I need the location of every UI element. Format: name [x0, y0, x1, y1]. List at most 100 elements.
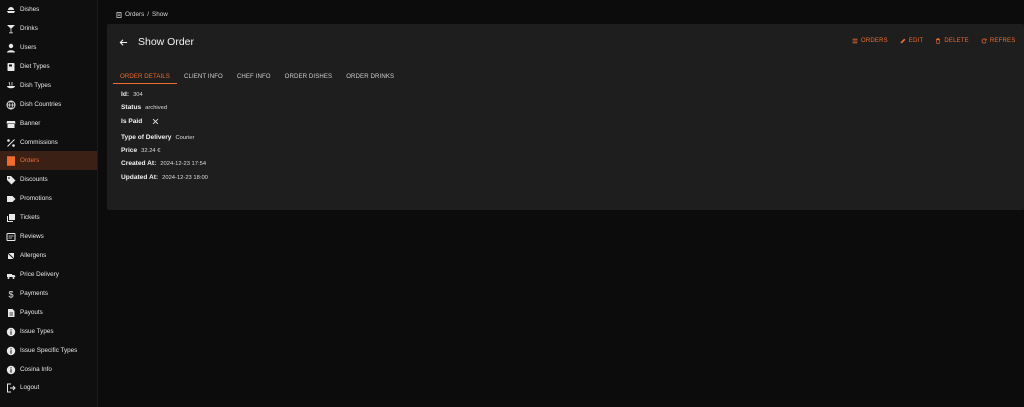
back-arrow-icon[interactable]: [119, 38, 128, 47]
tag-icon: [5, 174, 17, 186]
sidebar-item-payouts[interactable]: Payouts: [0, 303, 97, 322]
percent-icon: [5, 137, 17, 149]
tab-client-info[interactable]: CLIENT INFO: [177, 69, 230, 84]
reviews-icon: [5, 231, 17, 243]
breadcrumb-orders-link[interactable]: Orders: [125, 11, 144, 18]
edit-button[interactable]: EDIT: [900, 38, 923, 44]
sidebar-item-label: Commissions: [20, 139, 58, 146]
field-label: Updated At:: [121, 174, 159, 181]
field-value: archived: [145, 104, 168, 111]
field-value: 304: [133, 91, 143, 98]
sidebar-item-drinks[interactable]: Drinks: [0, 19, 97, 38]
field-value: 32.24 €: [141, 147, 161, 154]
storefront-icon: [5, 118, 17, 130]
order-card: Show Order ORDERS EDIT DELETE REFRES ORD…: [107, 24, 1024, 210]
sidebar-item-label: Users: [20, 44, 37, 51]
tab-chef-info[interactable]: CHEF INFO: [230, 69, 278, 84]
field-id: Id: 304: [121, 91, 143, 98]
logout-icon: [5, 382, 17, 394]
sidebar-item-label: Promotions: [20, 195, 52, 202]
info-icon: [5, 326, 17, 338]
edit-button-label: EDIT: [908, 38, 924, 44]
close-icon: [153, 118, 159, 125]
field-updated-at: Updated At: 2024-12-23 18:00: [121, 174, 208, 181]
sidebar-item-label: Issue Types: [20, 328, 54, 335]
field-price: Price 32.24 €: [121, 147, 160, 154]
tab-order-dishes[interactable]: ORDER DISHES: [278, 69, 340, 84]
sidebar-item-allergens[interactable]: Allergens: [0, 246, 97, 265]
sidebar-item-promotions[interactable]: Promotions: [0, 189, 97, 208]
sidebar-item-label: Dish Countries: [20, 101, 62, 108]
sidebar-item-label: Orders: [20, 157, 40, 164]
sidebar-item-label: Diet Types: [20, 63, 50, 70]
field-label: Id:: [121, 91, 130, 98]
ramen-icon: [5, 80, 17, 92]
svg-text:$: $: [8, 289, 13, 299]
breadcrumb-separator: /: [147, 11, 149, 18]
tabs: ORDER DETAILS CLIENT INFO CHEF INFO ORDE…: [113, 69, 401, 84]
field-type-of-delivery: Type of Delivery Courier: [121, 134, 194, 141]
globe-icon: [5, 99, 17, 111]
label-icon: [5, 193, 17, 205]
orders-button-label: ORDERS: [861, 38, 888, 44]
sidebar-item-discounts[interactable]: Discounts: [0, 170, 97, 189]
sidebar: Dishes Drinks Users Diet Types Dish Type…: [0, 0, 98, 407]
sidebar-item-label: Dishes: [20, 6, 40, 13]
sidebar-item-orders[interactable]: Orders: [0, 151, 97, 170]
tab-order-drinks[interactable]: ORDER DRINKS: [339, 69, 401, 84]
field-status: Status archived: [121, 104, 167, 111]
sidebar-item-price-delivery[interactable]: Price Delivery: [0, 265, 97, 284]
sidebar-item-logout[interactable]: Logout: [0, 378, 97, 397]
sidebar-item-issue-specific-types[interactable]: Issue Specific Types: [0, 341, 97, 360]
sidebar-item-issue-types[interactable]: Issue Types: [0, 322, 97, 341]
field-label: Price: [121, 147, 138, 154]
sidebar-item-cosina-info[interactable]: Cosina Info: [0, 360, 97, 379]
field-value: 2024-12-23 18:00: [162, 174, 208, 181]
delete-button[interactable]: DELETE: [935, 38, 969, 44]
field-is-paid: Is Paid: [121, 118, 159, 125]
field-label: Status: [121, 104, 142, 111]
sidebar-item-label: Reviews: [20, 233, 44, 240]
orders-button[interactable]: ORDERS: [852, 38, 888, 44]
field-label: Is Paid: [121, 118, 143, 125]
sidebar-item-label: Payouts: [20, 309, 43, 316]
sidebar-item-users[interactable]: Users: [0, 38, 97, 57]
sidebar-item-label: Allergens: [20, 252, 47, 259]
allergen-icon: [5, 250, 17, 262]
sidebar-item-label: Drinks: [20, 25, 38, 32]
sidebar-item-banner[interactable]: Banner: [0, 114, 97, 133]
refresh-button[interactable]: REFRES: [981, 38, 1016, 44]
sidebar-item-label: Price Delivery: [20, 271, 59, 278]
sidebar-item-label: Cosina Info: [20, 366, 52, 373]
dishes-icon: [5, 4, 17, 16]
sidebar-item-commissions[interactable]: Commissions: [0, 133, 97, 152]
sidebar-item-label: Logout: [20, 384, 40, 391]
breadcrumb-current: Show: [152, 11, 168, 18]
sidebar-item-label: Issue Specific Types: [20, 347, 78, 354]
field-label: Type of Delivery: [121, 134, 172, 141]
sidebar-item-dishes[interactable]: Dishes: [0, 0, 97, 19]
trash-icon: [936, 38, 941, 44]
info-icon: [5, 345, 17, 357]
sidebar-item-payments[interactable]: $ Payments: [0, 284, 97, 303]
list-icon: [852, 38, 858, 44]
sidebar-item-label: Tickets: [20, 214, 40, 221]
delivery-icon: [5, 269, 17, 281]
field-created-at: Created At: 2024-12-23 17:54: [121, 160, 206, 167]
book-icon: [5, 61, 17, 73]
sidebar-item-dish-countries[interactable]: Dish Countries: [0, 95, 97, 114]
refresh-button-label: REFRES: [989, 38, 1016, 44]
sidebar-item-tickets[interactable]: Tickets: [0, 208, 97, 227]
sidebar-item-diet-types[interactable]: Diet Types: [0, 57, 97, 76]
dollar-icon: $: [5, 288, 17, 300]
sidebar-item-dish-types[interactable]: Dish Types: [0, 76, 97, 95]
tab-order-details[interactable]: ORDER DETAILS: [113, 69, 177, 84]
action-toolbar: ORDERS EDIT DELETE REFRES: [852, 38, 1015, 44]
field-value: Courier: [175, 134, 195, 141]
delete-button-label: DELETE: [944, 38, 969, 44]
pencil-icon: [900, 38, 906, 44]
breadcrumb: Orders / Show: [116, 11, 168, 18]
sidebar-item-reviews[interactable]: Reviews: [0, 227, 97, 246]
info-icon: [5, 364, 17, 376]
field-label: Created At:: [121, 160, 157, 167]
